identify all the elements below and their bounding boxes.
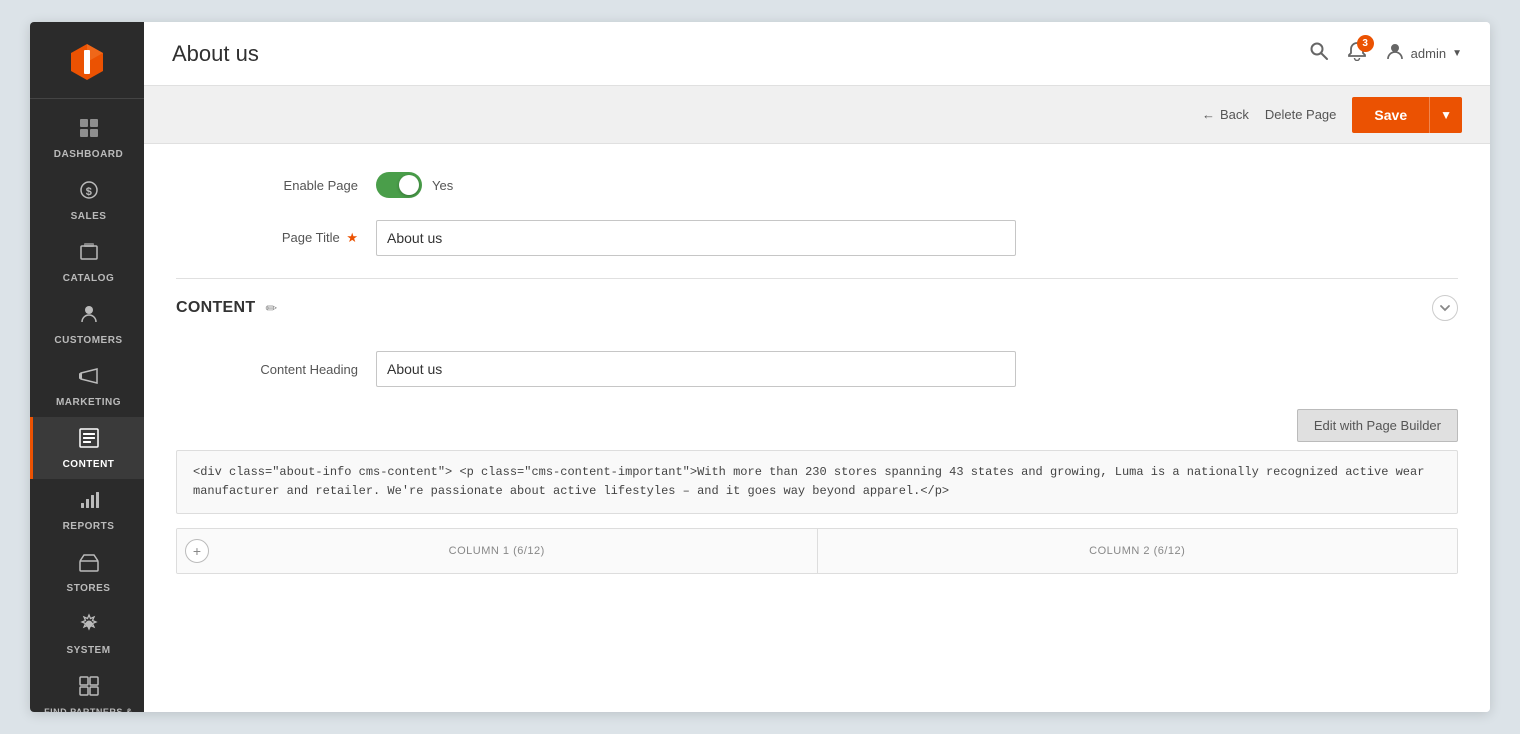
edit-with-page-builder-button[interactable]: Edit with Page Builder bbox=[1297, 409, 1458, 442]
sidebar-item-sales-label: SALES bbox=[71, 211, 107, 223]
sidebar-item-stores[interactable]: STORES bbox=[30, 541, 144, 603]
sidebar-item-catalog-label: CATALOG bbox=[63, 273, 114, 285]
column-2: COLUMN 2 (6/12) bbox=[818, 529, 1458, 573]
code-content-area: <div class="about-info cms-content"> <p … bbox=[176, 450, 1458, 514]
content-area: Enable Page Yes Page Title ★ Content ✏ bbox=[144, 144, 1490, 712]
toggle-wrap: Yes bbox=[376, 172, 453, 198]
back-arrow-icon: ← bbox=[1202, 107, 1215, 122]
sales-icon: $ bbox=[78, 179, 100, 207]
content-fields: Content Heading Edit with Page Builder <… bbox=[176, 351, 1458, 574]
dashboard-icon bbox=[78, 117, 100, 145]
sidebar-item-stores-label: STORES bbox=[67, 583, 111, 595]
column-2-label: COLUMN 2 (6/12) bbox=[1089, 545, 1185, 557]
admin-user-menu[interactable]: admin ▼ bbox=[1385, 41, 1462, 67]
sidebar-item-find-partners[interactable]: FIND PARTNERS & EXTENSIONS bbox=[30, 665, 144, 712]
code-content: <div class="about-info cms-content"> <p … bbox=[193, 465, 1424, 498]
save-button[interactable]: Save bbox=[1352, 97, 1429, 133]
enable-page-toggle[interactable] bbox=[376, 172, 422, 198]
content-section-header: Content ✏ bbox=[176, 278, 1458, 331]
topbar: About us 3 admin ▼ bbox=[144, 22, 1490, 86]
sidebar: DASHBOARD $ SALES CATALOG CUSTOMERS MARK… bbox=[30, 22, 144, 712]
sidebar-item-customers[interactable]: CUSTOMERS bbox=[30, 293, 144, 355]
save-dropdown-button[interactable]: ▼ bbox=[1429, 97, 1462, 133]
user-menu-chevron: ▼ bbox=[1452, 48, 1462, 59]
user-icon bbox=[1385, 41, 1405, 67]
page-title-required: ★ bbox=[346, 230, 358, 245]
catalog-icon bbox=[78, 241, 100, 269]
page-title-row: Page Title ★ bbox=[176, 220, 1458, 256]
svg-text:$: $ bbox=[85, 186, 92, 198]
content-heading-row: Content Heading bbox=[176, 351, 1458, 387]
content-heading-label: Content Heading bbox=[176, 362, 376, 377]
page-title: About us bbox=[172, 41, 1309, 67]
sidebar-item-dashboard[interactable]: DASHBOARD bbox=[30, 107, 144, 169]
main-area: About us 3 admin ▼ bbox=[144, 22, 1490, 712]
back-button[interactable]: ← Back bbox=[1202, 107, 1249, 122]
sidebar-item-reports-label: REPORTS bbox=[63, 521, 115, 533]
page-title-input[interactable] bbox=[376, 220, 1016, 256]
sidebar-item-system[interactable]: SYSTEM bbox=[30, 603, 144, 665]
column-1-label: COLUMN 1 (6/12) bbox=[449, 545, 545, 557]
stores-icon bbox=[78, 551, 100, 579]
action-bar: ← Back Delete Page Save ▼ bbox=[144, 86, 1490, 144]
search-button[interactable] bbox=[1309, 41, 1329, 67]
save-dropdown-arrow: ▼ bbox=[1440, 108, 1452, 122]
sidebar-item-customers-label: CUSTOMERS bbox=[54, 335, 122, 347]
customers-icon bbox=[78, 303, 100, 331]
columns-row: + COLUMN 1 (6/12) COLUMN 2 (6/12) bbox=[176, 528, 1458, 574]
sidebar-item-content-label: CONTENT bbox=[63, 459, 115, 471]
admin-username: admin bbox=[1411, 46, 1446, 61]
sidebar-item-sales[interactable]: $ SALES bbox=[30, 169, 144, 231]
topbar-actions: 3 admin ▼ bbox=[1309, 41, 1462, 67]
sidebar-item-find-partners-label: FIND PARTNERS & EXTENSIONS bbox=[37, 707, 140, 712]
column-add-button[interactable]: + bbox=[185, 539, 209, 563]
sidebar-item-system-label: SYSTEM bbox=[66, 645, 110, 657]
enable-page-label: Enable Page bbox=[176, 178, 376, 193]
enable-page-value: Yes bbox=[432, 178, 453, 193]
sidebar-item-reports[interactable]: REPORTS bbox=[30, 479, 144, 541]
section-collapse-button[interactable] bbox=[1432, 295, 1458, 321]
find-partners-icon bbox=[78, 675, 100, 703]
reports-icon bbox=[78, 489, 100, 517]
sidebar-item-marketing-label: MARKETING bbox=[56, 397, 121, 409]
marketing-icon bbox=[78, 365, 100, 393]
notification-badge: 3 bbox=[1357, 35, 1374, 52]
system-icon bbox=[78, 613, 100, 641]
sidebar-item-content[interactable]: CONTENT bbox=[30, 417, 144, 479]
section-edit-icon[interactable]: ✏ bbox=[265, 300, 277, 317]
save-button-group: Save ▼ bbox=[1352, 97, 1462, 133]
column-1: COLUMN 1 (6/12) bbox=[177, 529, 818, 573]
page-builder-row: Edit with Page Builder bbox=[176, 409, 1458, 442]
sidebar-item-catalog[interactable]: CATALOG bbox=[30, 231, 144, 293]
sidebar-item-dashboard-label: DASHBOARD bbox=[54, 149, 124, 161]
notifications-button[interactable]: 3 bbox=[1347, 41, 1367, 67]
delete-page-button[interactable]: Delete Page bbox=[1265, 107, 1337, 122]
content-heading-input[interactable] bbox=[376, 351, 1016, 387]
enable-page-row: Enable Page Yes bbox=[176, 172, 1458, 198]
sidebar-logo bbox=[30, 22, 144, 99]
page-title-label: Page Title ★ bbox=[176, 230, 376, 246]
content-icon bbox=[78, 427, 100, 455]
content-section-title: Content bbox=[176, 299, 255, 317]
sidebar-item-marketing[interactable]: MARKETING bbox=[30, 355, 144, 417]
section-title-wrap: Content ✏ bbox=[176, 299, 277, 317]
magento-logo-icon bbox=[65, 40, 109, 84]
